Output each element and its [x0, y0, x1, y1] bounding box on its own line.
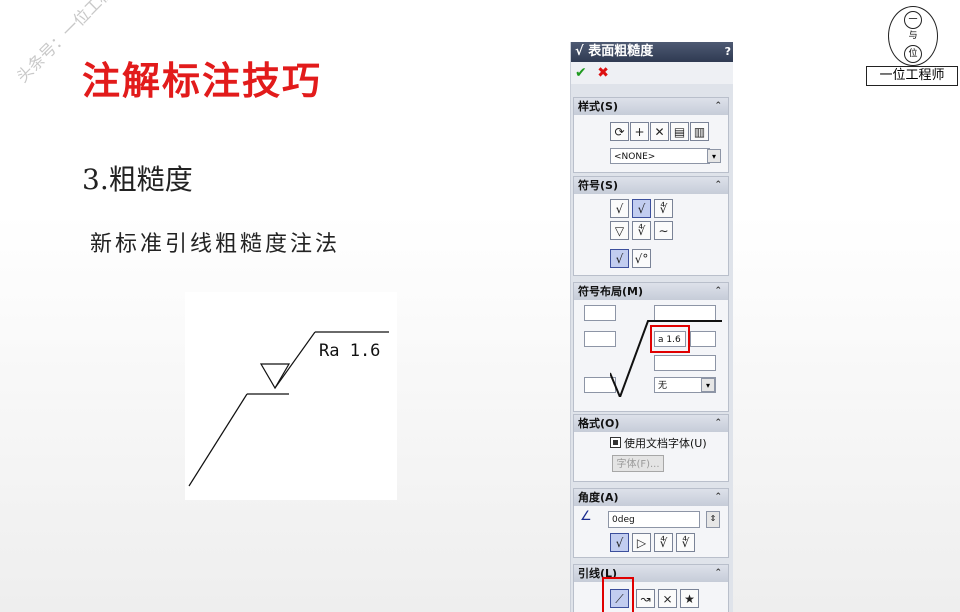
perpendicular-reverse-icon[interactable]: ∜	[676, 533, 695, 552]
angle-group-label: 角度(A)	[578, 491, 619, 504]
logo-seal: 一 与 位	[888, 6, 938, 66]
perpendicular-icon[interactable]: ∜	[654, 533, 673, 552]
leader-group-header[interactable]: 引线(L) ⌃	[574, 565, 728, 582]
chevron-up-icon[interactable]: ⌃	[714, 415, 722, 432]
checkbox-checked-icon	[610, 437, 621, 448]
angle-input[interactable]: 0deg	[608, 511, 700, 528]
chevron-up-icon[interactable]: ⌃	[714, 177, 722, 194]
save-style-icon[interactable]: ▤	[670, 122, 689, 141]
style-group-header[interactable]: 样式(S) ⌃	[574, 98, 728, 115]
symbol-layout-group-label: 符号布局(M)	[578, 285, 644, 298]
angle-spinner[interactable]: ⇕	[706, 511, 720, 528]
local-symbol-icon[interactable]: √	[610, 249, 629, 268]
bent-leader-icon[interactable]: ↝	[636, 589, 655, 608]
style-group-label: 样式(S)	[578, 100, 618, 113]
update-style-icon[interactable]: ⟳	[610, 122, 629, 141]
leader-line	[188, 393, 248, 487]
leader-highlight	[602, 577, 634, 612]
logo-glyph-1: 一	[904, 11, 922, 29]
layout-symbol-line	[610, 320, 722, 397]
roughness-long-stroke	[274, 331, 316, 389]
machining-prohibited-icon[interactable]: ∜	[654, 199, 673, 218]
symbol-group-header[interactable]: 符号(S) ⌃	[574, 177, 728, 194]
slide-subtitle: 新标准引线粗糙度注法	[90, 232, 341, 257]
rotate-90-icon[interactable]: ▷	[632, 533, 651, 552]
add-style-icon[interactable]: +	[630, 122, 649, 141]
jis-removal-icon[interactable]: ∜	[632, 221, 651, 240]
panel-title: 表面粗糙度	[588, 44, 654, 59]
basic-symbol-icon[interactable]: √	[610, 199, 629, 218]
chevron-down-icon[interactable]: ▾	[707, 149, 721, 163]
angle-icon: ∠	[580, 509, 592, 524]
help-icon[interactable]: ?	[725, 42, 731, 62]
use-document-font-label: 使用文档字体(U)	[624, 437, 707, 450]
angle-group-header[interactable]: 角度(A) ⌃	[574, 489, 728, 506]
surface-finish-icon: √	[575, 44, 584, 59]
style-group: 样式(S) ⌃ ⟳ + ✕ ▤ ▥ <NONE> ▾	[573, 97, 729, 173]
panel-header: √ 表面粗糙度 ?	[571, 42, 733, 62]
layout-symbol-preview	[610, 320, 722, 397]
jis-basic-icon[interactable]: ▽	[610, 221, 629, 240]
delete-style-icon[interactable]: ✕	[650, 122, 669, 141]
symbol-group-label: 符号(S)	[578, 179, 618, 192]
surface-finish-property-manager: √ 表面粗糙度 ? ✔ ✖ 样式(S) ⌃ ⟳ + ✕ ▤ ▥ <NONE> ▾…	[570, 42, 733, 612]
format-group: 格式(O) ⌃ 使用文档字体(U) 字体(F)...	[573, 414, 729, 482]
roughness-triangle	[259, 363, 291, 390]
symbol-group: 符号(S) ⌃ √ √ ∜ ▽ ∜ ∼ √ √°	[573, 176, 729, 276]
style-preset-select[interactable]: <NONE>	[610, 148, 710, 164]
font-button[interactable]: 字体(F)...	[612, 455, 664, 472]
chevron-up-icon[interactable]: ⌃	[714, 98, 722, 115]
all-around-symbol-icon[interactable]: √°	[632, 249, 651, 268]
panel-actions: ✔ ✖	[571, 62, 733, 84]
symbol-layout-group-header[interactable]: 符号布局(M) ⌃	[574, 283, 728, 300]
format-group-label: 格式(O)	[578, 417, 620, 430]
no-leader-icon[interactable]: ⨯	[658, 589, 677, 608]
logo-text: 一位工程师	[866, 66, 958, 86]
slide-title: 注解标注技巧	[82, 59, 323, 103]
section-heading: 3.粗糙度	[82, 163, 193, 196]
angle-group: 角度(A) ⌃ ∠ 0deg ⇕ √ ▷ ∜ ∜	[573, 488, 729, 558]
cancel-button[interactable]: ✖	[597, 65, 609, 81]
logo-glyph-3: 位	[904, 45, 922, 63]
chevron-up-icon[interactable]: ⌃	[714, 489, 722, 506]
load-style-icon[interactable]: ▥	[690, 122, 709, 141]
roughness-symbol-drawing: Ra 1.6	[188, 331, 389, 487]
auto-leader-icon[interactable]: ★	[680, 589, 699, 608]
ok-button[interactable]: ✔	[575, 65, 587, 81]
machining-required-icon[interactable]: √	[632, 199, 651, 218]
jis-no-removal-icon[interactable]: ∼	[654, 221, 673, 240]
roughness-value-label: Ra 1.6	[319, 341, 380, 361]
chevron-up-icon[interactable]: ⌃	[714, 283, 722, 300]
logo: 一 与 位 一位工程师	[866, 6, 958, 86]
use-document-font-checkbox[interactable]: 使用文档字体(U)	[610, 435, 707, 451]
roughness-leader-diagram: Ra 1.6	[185, 292, 397, 500]
chevron-up-icon[interactable]: ⌃	[714, 565, 722, 582]
logo-glyph-2: 与	[908, 31, 918, 41]
symbol-layout-group: 符号布局(M) ⌃ a 1.6 无 ▾	[573, 282, 729, 412]
rotate-0-icon[interactable]: √	[610, 533, 629, 552]
leader-group: 引线(L) ⌃ ⟋ ↝ ⨯ ★	[573, 564, 729, 612]
format-group-header[interactable]: 格式(O) ⌃	[574, 415, 728, 432]
